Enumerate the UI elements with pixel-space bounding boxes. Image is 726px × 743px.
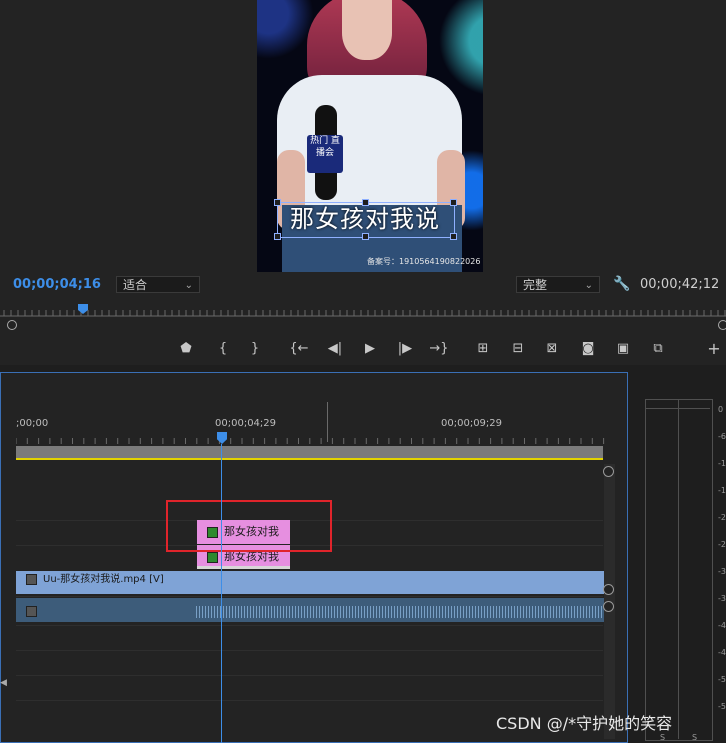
render-bar: [16, 458, 603, 460]
playhead-line: [221, 444, 222, 743]
lift-icon[interactable]: ⊠: [541, 338, 563, 360]
meter-divider: [678, 399, 679, 739]
audio-waveform: [196, 606, 604, 618]
overwrite-icon[interactable]: ⊟: [507, 338, 529, 360]
current-timecode[interactable]: 00;00;04;16: [13, 277, 101, 292]
timeline-ruler[interactable]: [16, 432, 606, 444]
video-clip-label: Uu-那女孩对我说.mp4 [V]: [43, 574, 164, 585]
mark-in-icon[interactable]: {: [212, 338, 234, 360]
meter-tick-label: -5: [718, 675, 726, 684]
annotation-highlight: [166, 500, 332, 552]
meter-tick-label: -2: [718, 513, 726, 522]
go-to-out-icon[interactable]: →}: [428, 338, 450, 360]
meter-tick-label: -6: [718, 432, 726, 441]
track-row: [16, 650, 603, 651]
monitor-time-ruler[interactable]: [0, 302, 726, 330]
timeline-panel: [0, 372, 628, 743]
meter-tick-label: -2: [718, 540, 726, 549]
chevron-down-icon: ⌄: [184, 280, 193, 291]
ruler-label-1: 00;00;04;29: [215, 418, 277, 429]
mark-out-icon[interactable]: }: [244, 338, 266, 360]
camera-icon[interactable]: ◙: [577, 338, 599, 360]
fx-icon: [26, 606, 37, 617]
meter-tick-label: -3: [718, 594, 726, 603]
scroll-handle-top[interactable]: [603, 466, 614, 477]
step-forward-icon[interactable]: |▶: [394, 338, 416, 360]
scroll-handle[interactable]: [603, 584, 614, 595]
csdn-watermark: CSDN @/*守护她的笑容: [496, 714, 673, 733]
step-back-icon[interactable]: ◀|: [324, 338, 346, 360]
add-marker-icon[interactable]: ⬟: [175, 338, 197, 360]
audio-meter: [645, 399, 713, 741]
mic-logo: 热门 直播会: [307, 135, 343, 173]
preview-face: [342, 0, 392, 60]
meter-solo-right[interactable]: S: [692, 733, 697, 742]
track-row: [16, 675, 603, 676]
track-expand-icon[interactable]: ◀: [0, 678, 7, 688]
quality-value: 完整: [523, 278, 548, 292]
meter-tick-label: -1: [718, 459, 726, 468]
vertical-scrollbar[interactable]: [603, 464, 615, 739]
filing-watermark: 备案号：1910564190822026: [367, 257, 481, 266]
track-row: [16, 596, 603, 597]
go-to-in-icon[interactable]: {←: [288, 338, 310, 360]
transport-controls: ⬟ { } {← ◀| ▶ |▶ →} ⊞ ⊟ ⊠ ◙ ▣ ⧉ +: [170, 338, 726, 360]
chevron-down-icon: ⌄: [584, 280, 593, 291]
fx-icon: [207, 551, 218, 563]
subtitle-text[interactable]: 那女孩对我说: [277, 202, 453, 236]
meter-tick-label: 0: [718, 405, 724, 414]
meter-tick-label: -1: [718, 486, 726, 495]
video-clip[interactable]: Uu-那女孩对我说.mp4 [V]: [16, 571, 604, 594]
ruler-label-2: 00;00;09;29: [441, 418, 503, 429]
add-button-icon[interactable]: +: [703, 338, 725, 360]
work-area-bar[interactable]: [16, 446, 603, 458]
zoom-fit-value: 适合: [123, 278, 148, 292]
meter-tick-label: -3: [718, 567, 726, 576]
ruler-label-0: ;00;00: [16, 418, 49, 429]
track-row: [16, 625, 603, 626]
track-row: [16, 700, 603, 701]
meter-tick-label: -4: [718, 621, 726, 630]
fx-icon: [26, 573, 37, 585]
meter-solo-left[interactable]: S: [660, 733, 665, 742]
marker-line: [327, 402, 328, 442]
zoom-fit-select[interactable]: 适合 ⌄: [116, 276, 200, 293]
multicam-icon[interactable]: ⧉: [647, 338, 669, 360]
insert-icon[interactable]: ⊞: [472, 338, 494, 360]
wrench-icon[interactable]: 🔧: [613, 276, 630, 292]
meter-tick-label: -4: [718, 648, 726, 657]
meter-top-line: [646, 408, 710, 409]
video-preview[interactable]: 热门 直播会 那女孩对我说 备案号：1910564190822026: [257, 0, 483, 272]
zoom-handle-left[interactable]: [7, 320, 17, 330]
scroll-handle[interactable]: [603, 601, 614, 612]
duration-timecode: 00;00;42;12: [640, 277, 720, 292]
playback-quality-select[interactable]: 完整 ⌄: [516, 276, 600, 293]
play-icon[interactable]: ▶: [359, 338, 381, 360]
meter-tick-label: -5: [718, 702, 726, 711]
comparison-icon[interactable]: ▣: [612, 338, 634, 360]
zoom-handle-right[interactable]: [718, 320, 726, 330]
